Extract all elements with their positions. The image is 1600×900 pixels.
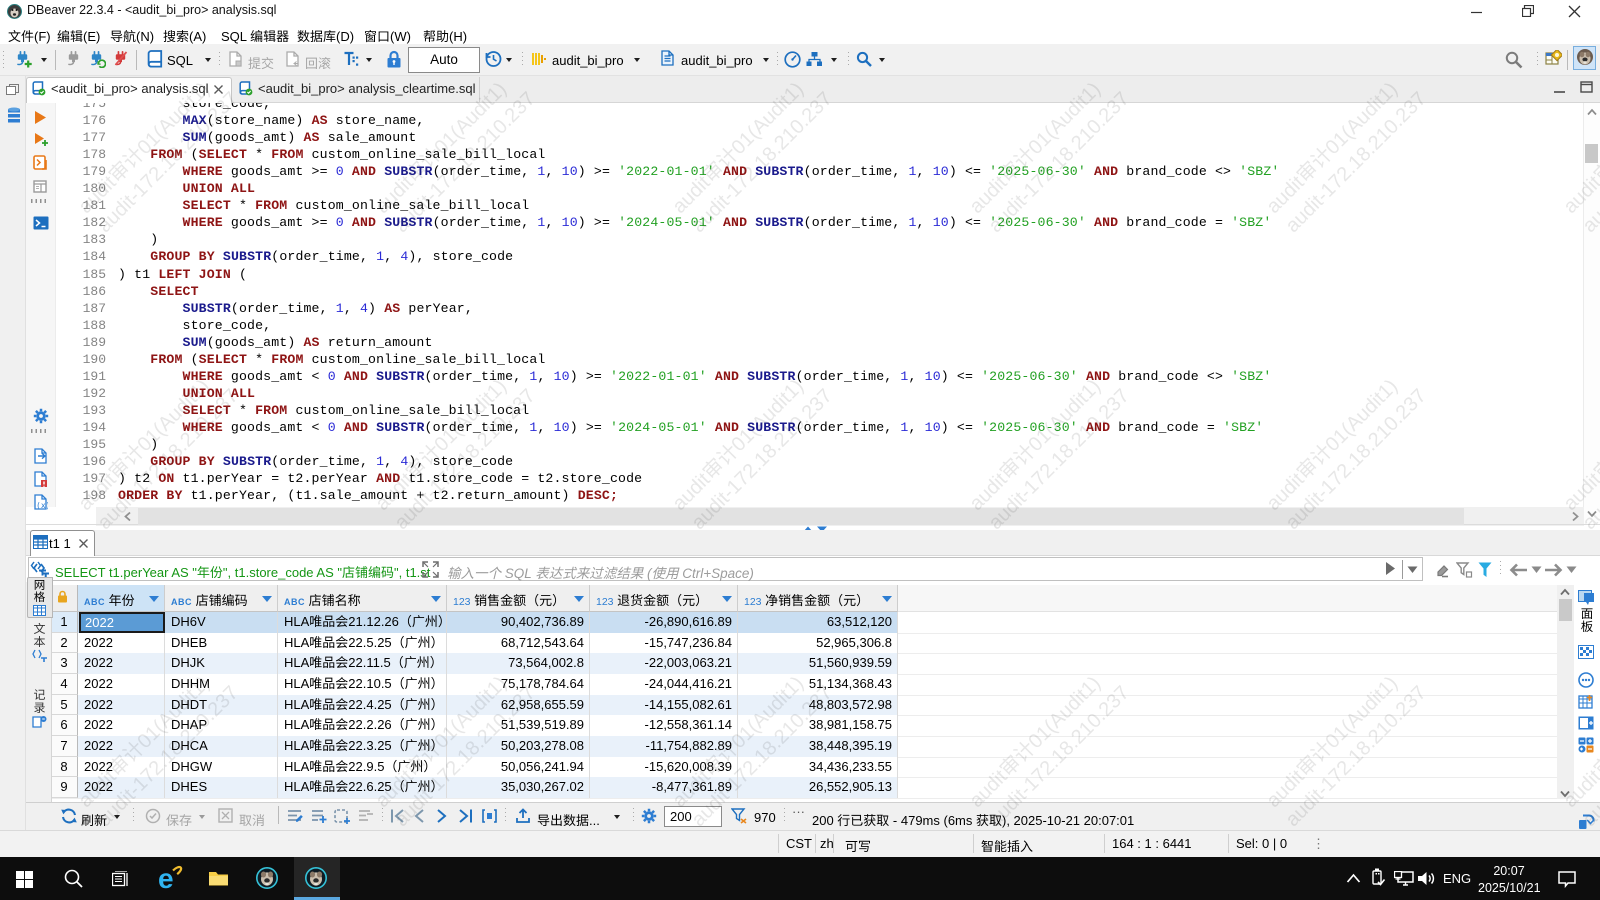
svg-text:e: e [158, 864, 174, 891]
